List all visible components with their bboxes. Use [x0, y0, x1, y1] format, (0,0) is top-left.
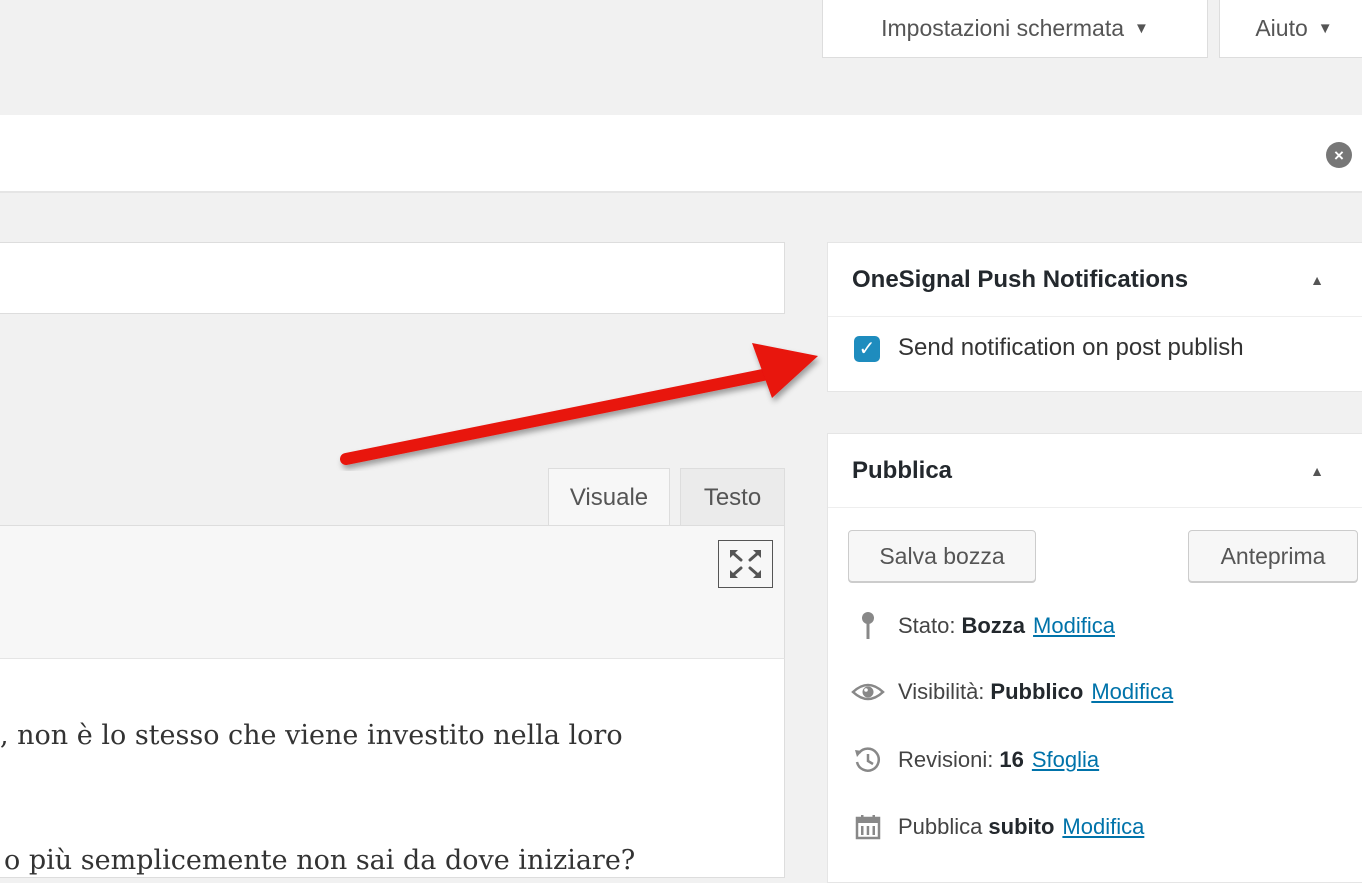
save-draft-button[interactable]: Salva bozza [848, 530, 1036, 582]
visibility-value: Pubblico [990, 679, 1084, 704]
preview-button[interactable]: Anteprima [1188, 530, 1358, 582]
eye-icon [850, 674, 886, 710]
status-value: Bozza [961, 613, 1026, 638]
publish-title: Pubblica [852, 456, 953, 484]
schedule-value: subito [988, 814, 1055, 839]
status-edit-link[interactable]: Modifica [1033, 613, 1115, 639]
schedule-row: Pubblica subito Modifica [850, 809, 1144, 845]
visibility-row: Visibilità: Pubblico Modifica [850, 674, 1173, 710]
revisions-label: Revisioni: [898, 747, 994, 772]
calendar-icon [850, 809, 886, 845]
history-icon [850, 742, 886, 778]
revisions-browse-link[interactable]: Sfoglia [1032, 747, 1099, 773]
pin-icon [850, 608, 886, 644]
publish-header[interactable]: Pubblica ▲ [828, 434, 1362, 508]
visibility-label: Visibilità: [898, 679, 985, 704]
revisions-value: 16 [999, 747, 1024, 772]
status-label: Stato: [898, 613, 956, 638]
arrow-shaft [340, 366, 784, 465]
visibility-edit-link[interactable]: Modifica [1091, 679, 1173, 705]
schedule-label: Pubblica [898, 814, 983, 839]
revisions-row: Revisioni: 16 Sfoglia [850, 742, 1099, 778]
schedule-edit-link[interactable]: Modifica [1062, 814, 1144, 840]
status-row: Stato: Bozza Modifica [850, 608, 1115, 644]
save-draft-label: Salva bozza [879, 542, 1005, 569]
preview-label: Anteprima [1220, 542, 1326, 569]
collapse-caret-icon[interactable]: ▲ [1310, 463, 1324, 479]
